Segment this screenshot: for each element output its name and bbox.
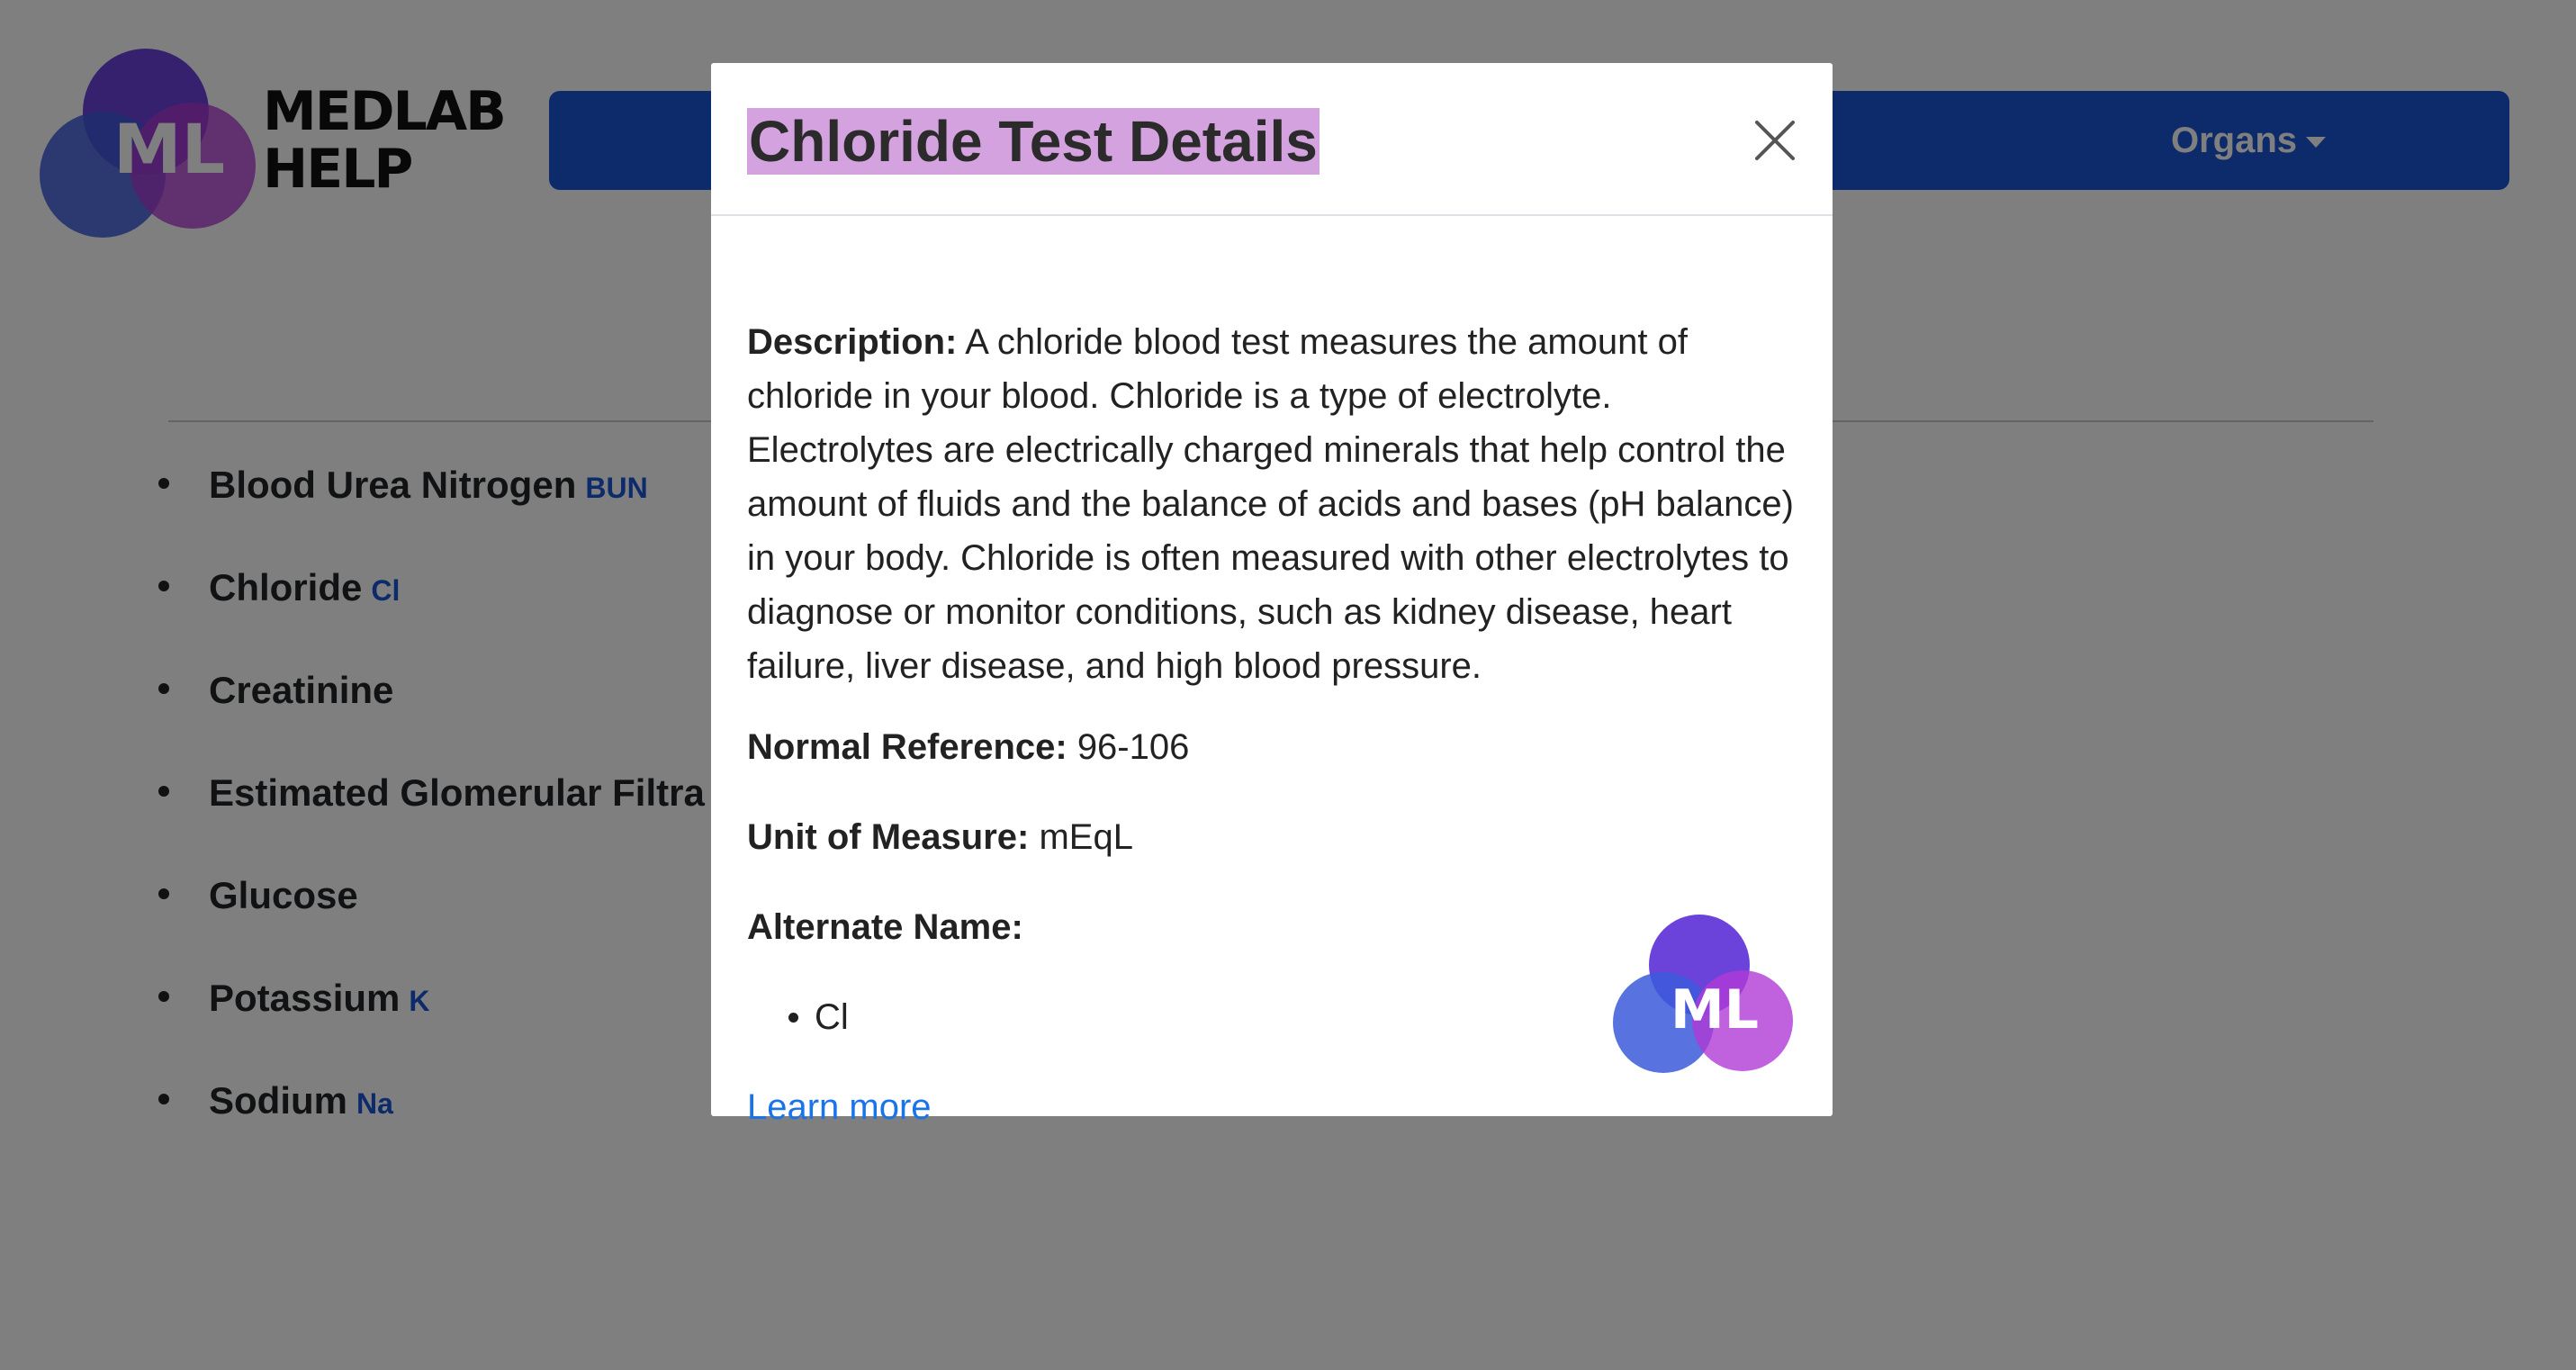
description-text: A chloride blood test measures the amoun… [747, 322, 1794, 686]
description-label: Description: [747, 322, 958, 362]
description: Description: A chloride blood test measu… [747, 315, 1797, 693]
normal-reference-label: Normal Reference: [747, 727, 1067, 767]
learn-more-link[interactable]: Learn more [747, 1080, 932, 1134]
alternate-name-list: Cl [788, 990, 849, 1044]
normal-reference-value: 96-106 [1076, 727, 1190, 767]
unit-value: mEqL [1039, 817, 1133, 857]
logo-letters: ML [1671, 978, 1759, 1041]
alternate-name: Alternate Name: [747, 900, 1023, 954]
modal-title: Chloride Test Details [747, 108, 1320, 175]
unit-label: Unit of Measure: [747, 817, 1030, 857]
modal-header: Chloride Test Details [711, 63, 1833, 216]
normal-reference: Normal Reference: 96-106 [747, 720, 1189, 774]
alternate-name-label: Alternate Name: [747, 907, 1023, 947]
test-details-modal: Chloride Test Details Description: A chl… [711, 63, 1833, 1127]
list-item: Cl [788, 990, 849, 1044]
unit-of-measure: Unit of Measure: mEqL [747, 810, 1133, 864]
logo-circles-icon: ML [1613, 915, 1793, 1073]
close-button[interactable] [1748, 113, 1802, 167]
alternate-name-value: Cl [815, 997, 849, 1037]
modal-logo: ML [1611, 913, 1800, 1093]
close-icon [1755, 121, 1795, 160]
bullet-icon [788, 1012, 798, 1023]
